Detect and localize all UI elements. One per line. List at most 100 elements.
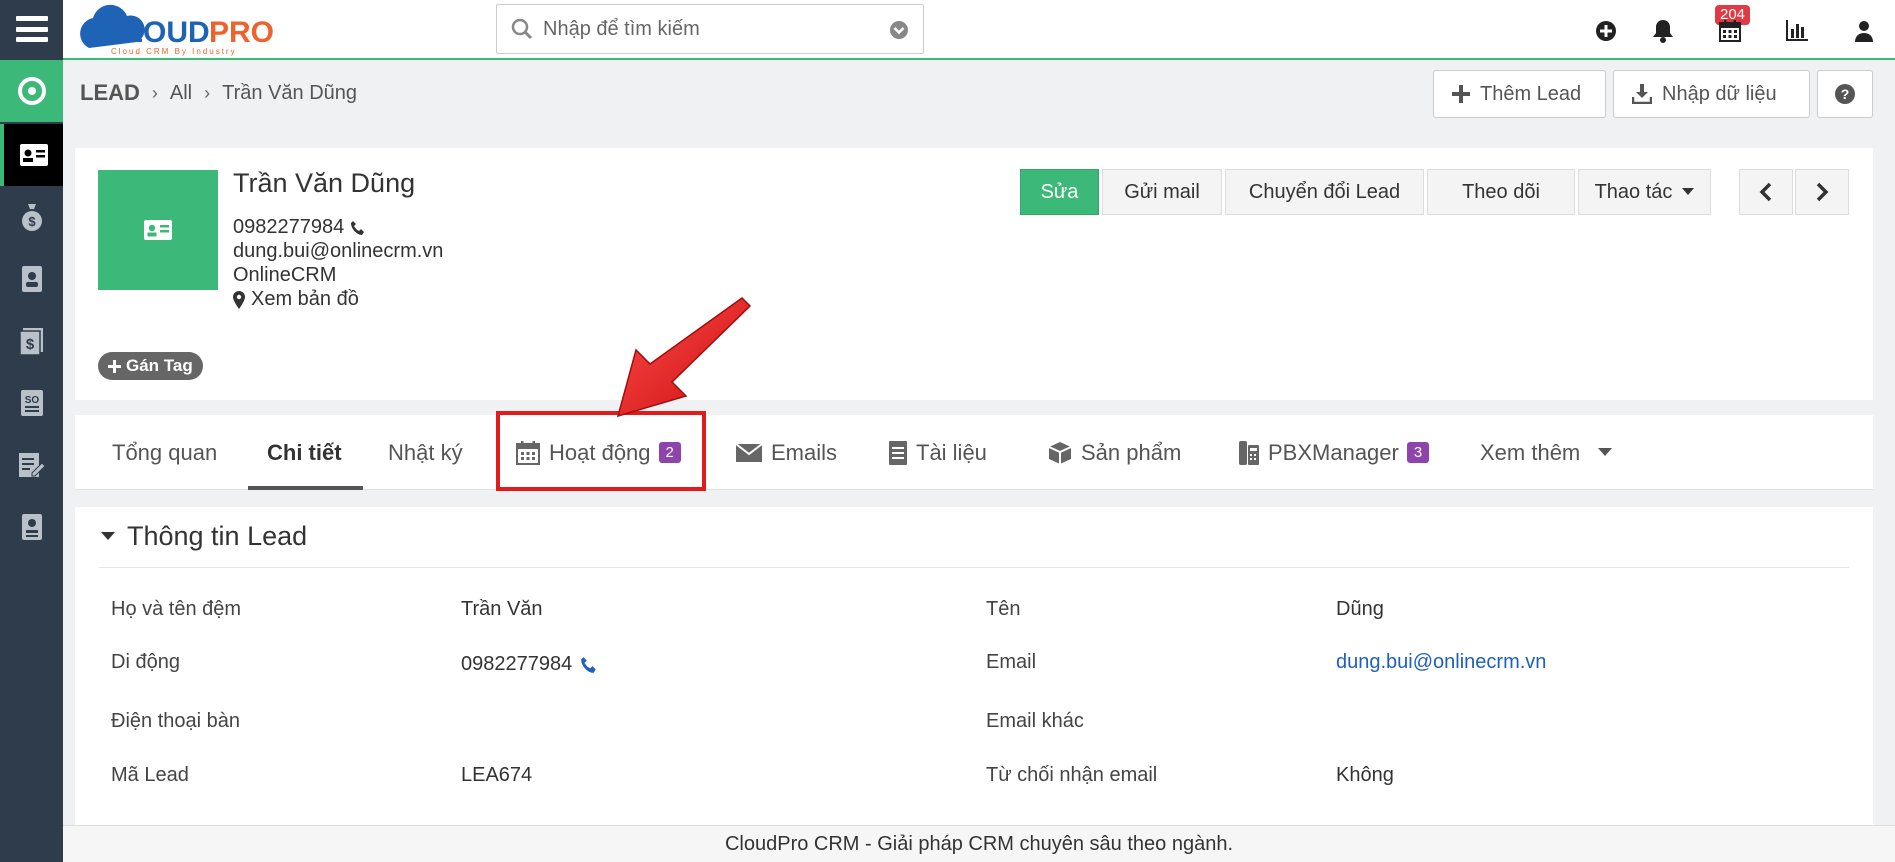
sidebar-item-dashboard[interactable] [0, 60, 63, 122]
svg-text:PRO: PRO [209, 16, 274, 49]
chevron-down-circle-icon[interactable] [889, 20, 909, 40]
quick-create-button[interactable] [1593, 18, 1619, 44]
help-button[interactable]: ? [1817, 70, 1873, 118]
chevron-right-icon: › [204, 82, 211, 103]
phone-icon[interactable] [350, 220, 366, 236]
section-toggle[interactable]: Thông tin Lead [101, 521, 307, 552]
tab-details[interactable]: Chi tiết [267, 415, 342, 490]
tab-more[interactable]: Xem thêm [1480, 415, 1613, 490]
sidebar: $ $ SO [0, 0, 63, 862]
search-input[interactable] [543, 15, 883, 43]
field-value: LEA674 [461, 764, 533, 786]
tab-documents[interactable]: Tài liệu [888, 415, 987, 490]
invoice-icon: $ [18, 328, 43, 355]
menu-toggle-button[interactable] [0, 0, 63, 58]
target-icon [17, 77, 46, 105]
svg-text:$: $ [25, 336, 34, 353]
address-book-icon [21, 266, 42, 292]
breadcrumb: LEAD › All › Trần Văn Dũng [80, 80, 357, 106]
envelope-icon [735, 442, 763, 462]
bell-icon [1653, 20, 1673, 43]
tab-activities[interactable]: Hoạt động 2 [515, 415, 681, 490]
record-name: Trần Văn Dũng [233, 168, 416, 198]
active-tab-indicator [248, 486, 363, 490]
import-data-button[interactable]: Nhập dữ liệu [1613, 70, 1810, 118]
field-label: Tên [986, 598, 1021, 620]
field-label: Họ và tên đệm [111, 598, 242, 620]
tab-products[interactable]: Sản phẩm [1047, 415, 1181, 490]
svg-text:SO: SO [24, 395, 39, 406]
previous-record-button[interactable] [1739, 169, 1793, 215]
field-label: Điện thoại bàn [111, 710, 240, 732]
phone-icon[interactable] [580, 656, 598, 674]
next-record-button[interactable] [1795, 169, 1849, 215]
cube-icon [1048, 441, 1072, 464]
svg-text:?: ? [1841, 86, 1850, 102]
cloudpro-logo[interactable]: CLOUD PRO Cloud CRM By Industry [69, 4, 309, 56]
money-bag-icon: $ [21, 204, 42, 231]
sidebar-item-tasks[interactable] [0, 434, 63, 496]
contact-card-icon [19, 144, 48, 166]
bar-chart-icon [1786, 20, 1808, 41]
chevron-right-icon [1816, 182, 1829, 202]
global-search[interactable] [496, 4, 924, 54]
record-tabs: Tổng quan Chi tiết Nhật ký Hoạt động 2 E… [75, 415, 1873, 490]
record-company: OnlineCRM [233, 264, 337, 286]
record-email[interactable]: dung.bui@onlinecrm.vn [233, 240, 443, 263]
user-icon [1855, 21, 1873, 42]
calendar-icon [1719, 20, 1741, 42]
section-divider [99, 567, 1849, 568]
follow-button[interactable]: Theo dõi [1427, 169, 1575, 215]
calendar-icon [516, 440, 540, 465]
section-title: Thông tin Lead [127, 521, 308, 551]
email-link[interactable]: dung.bui@onlinecrm.vn [1336, 651, 1546, 674]
view-map-link[interactable]: Xem bản đồ [233, 288, 359, 311]
caret-down-icon [101, 532, 115, 540]
tab-pbxmanager[interactable]: PBXManager 3 [1238, 415, 1430, 490]
sidebar-item-documents[interactable] [0, 496, 63, 558]
breadcrumb-module[interactable]: LEAD [80, 80, 140, 106]
field-value: 0982277984 [461, 653, 573, 675]
record-phone: 0982277984 [233, 216, 366, 239]
breadcrumb-record: Trần Văn Dũng [222, 81, 358, 104]
field-value: Dũng [1336, 598, 1384, 620]
sidebar-item-sales-orders[interactable]: SO [0, 372, 63, 434]
field-label: Di động [111, 651, 180, 673]
send-mail-button[interactable]: Gửi mail [1102, 169, 1222, 215]
footer: CloudPro CRM - Giải pháp CRM chuyên sâu … [63, 825, 1895, 862]
edit-document-icon [18, 453, 46, 477]
user-menu-button[interactable] [1851, 18, 1877, 44]
tab-emails[interactable]: Emails [735, 415, 837, 490]
add-lead-button[interactable]: Thêm Lead [1433, 70, 1606, 118]
field-label: Mã Lead [111, 764, 189, 786]
question-circle-icon: ? [1835, 84, 1855, 104]
search-icon [511, 18, 533, 40]
tab-overview[interactable]: Tổng quan [112, 415, 217, 490]
sidebar-item-contacts[interactable] [0, 248, 63, 310]
book-icon [21, 514, 42, 540]
pbx-count-badge: 3 [1406, 442, 1430, 463]
edit-button[interactable]: Sửa [1020, 169, 1099, 215]
calendar-button[interactable] [1717, 18, 1743, 44]
record-phone-value: 0982277984 [233, 216, 345, 238]
sidebar-item-quotes[interactable]: $ [0, 310, 63, 372]
field-value: Không [1336, 764, 1394, 786]
notifications-button[interactable] [1650, 18, 1676, 44]
activities-count-badge: 2 [658, 442, 681, 463]
actions-dropdown[interactable]: Thao tác [1578, 169, 1711, 215]
tab-history[interactable]: Nhật ký [388, 415, 463, 490]
chevron-right-icon: › [151, 82, 158, 103]
breadcrumb-list[interactable]: All [170, 82, 192, 105]
assign-tag-button[interactable]: Gán Tag [98, 352, 203, 380]
field-value: Trần Văn [461, 598, 543, 620]
field-label: Email [986, 651, 1037, 673]
convert-lead-button[interactable]: Chuyển đổi Lead [1225, 169, 1424, 215]
sidebar-item-leads[interactable] [0, 124, 63, 186]
svg-text:$: $ [28, 214, 36, 229]
reports-button[interactable] [1784, 18, 1810, 44]
chevron-left-icon [1759, 182, 1772, 202]
record-header-card: Trần Văn Dũng 0982277984 dung.bui@online… [75, 148, 1873, 400]
caret-down-icon [1682, 188, 1695, 195]
caret-down-icon [1598, 448, 1613, 456]
sidebar-item-opportunities[interactable]: $ [0, 186, 63, 248]
